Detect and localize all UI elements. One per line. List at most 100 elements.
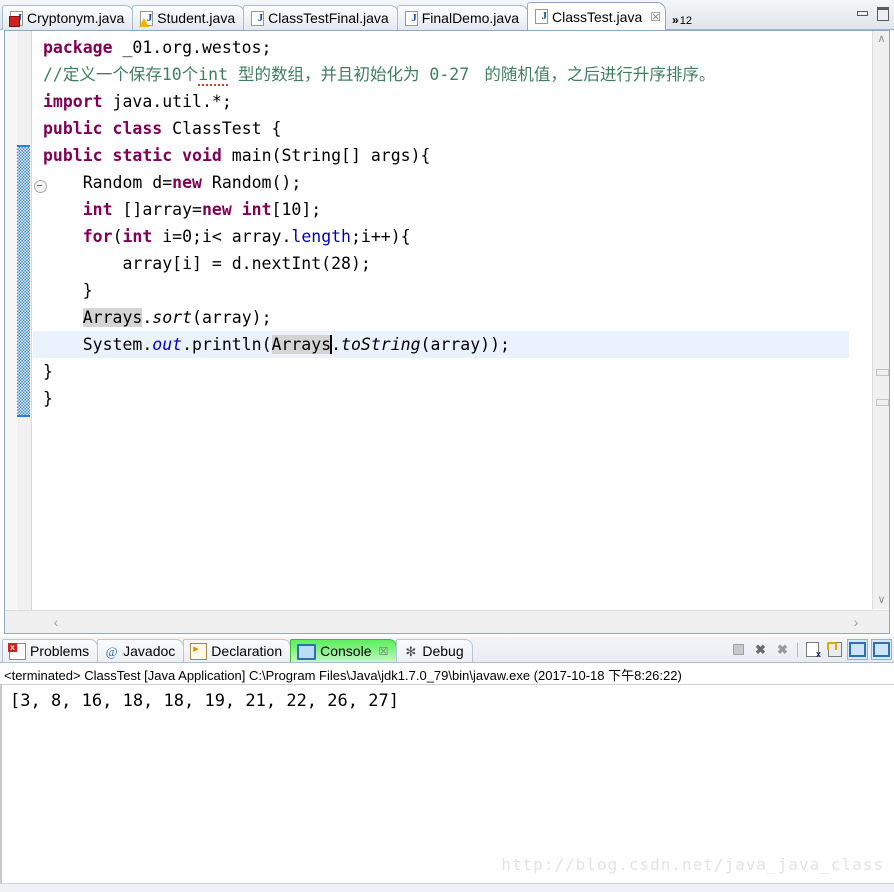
overview-ruler-mark[interactable] [876, 399, 889, 406]
code-line[interactable]: } [33, 385, 871, 412]
code-token: length [291, 227, 351, 246]
close-console-tab-icon[interactable]: ☒ [379, 645, 389, 658]
code-token: 个 [181, 65, 199, 84]
console-tab-declaration[interactable]: Declaration [183, 639, 292, 662]
code-line[interactable]: package _01.org.westos; [33, 34, 871, 61]
scroll-right-icon[interactable]: › [845, 611, 867, 633]
console-output-text: [3, 8, 16, 18, 18, 19, 21, 22, 26, 27] [10, 691, 399, 711]
editor-gutter[interactable] [5, 31, 32, 633]
editor-tab-label: ClassTest.java [551, 8, 643, 25]
scroll-up-icon[interactable]: ∧ [873, 31, 890, 48]
close-tab-icon[interactable]: ☒ [650, 11, 661, 23]
console-icon [297, 644, 317, 660]
code-token: public [43, 146, 103, 165]
code-token: i=0;i< array. [152, 227, 292, 246]
code-line[interactable]: public static void main(String[] args){ [33, 142, 871, 169]
code-line[interactable]: array[i] = d.nextInt(28); [33, 250, 871, 277]
code-token: ;i++){ [351, 227, 411, 246]
java-file-warning-icon [139, 10, 154, 27]
scroll-down-icon[interactable]: ∨ [873, 592, 890, 609]
editor-tab-finaldemo-java[interactable]: FinalDemo.java [396, 5, 529, 30]
console-tab-label: Javadoc [123, 643, 176, 659]
overview-ruler-mark[interactable] [876, 369, 889, 376]
code-token: . [331, 335, 342, 354]
console-tab-bar: Problems @ Javadoc Declaration Console ☒ ✻ Debu… [0, 637, 894, 663]
console-tab-debug[interactable]: ✻ Debug [396, 639, 473, 662]
clear-console-button[interactable] [803, 640, 822, 659]
code-line[interactable]: Random d=new Random(); [33, 169, 871, 196]
change-bar-indicator [17, 145, 30, 417]
code-line[interactable]: public class ClassTest { [33, 115, 871, 142]
open-console-icon [873, 642, 890, 657]
console-panel: Problems @ Javadoc Declaration Console ☒ ✻ Debu… [0, 637, 894, 892]
code-line[interactable]: System.out.println(Arrays.toString(array… [33, 331, 849, 358]
console-tab-javadoc[interactable]: @ Javadoc [97, 639, 185, 662]
warning-badge-icon [139, 17, 150, 27]
code-token: new [172, 173, 202, 192]
code-token: [10]; [271, 200, 322, 219]
code-token: 0-27 [419, 65, 480, 84]
console-tab-console[interactable]: Console ☒ [290, 639, 398, 662]
terminate-button[interactable] [729, 640, 748, 659]
open-console-button[interactable] [871, 639, 892, 660]
code-token: int [198, 65, 229, 86]
code-line[interactable]: import java.util.*; [33, 88, 871, 115]
editor-tab-label: ClassTestFinal.java [268, 10, 389, 26]
minimize-icon[interactable] [855, 6, 869, 19]
code-token: Random d= [43, 173, 173, 192]
editor-tab-classtestfinal-java[interactable]: ClassTestFinal.java [243, 5, 399, 30]
launch-configuration-header: <terminated> ClassTest [Java Application… [0, 663, 894, 685]
console-tab-list: Problems @ Javadoc Declaration Console ☒ ✻ Debu… [0, 637, 473, 662]
code-token: []array= [112, 200, 202, 219]
console-tab-label: Console [320, 643, 372, 659]
code-line[interactable]: //定义一个保存10个int 型的数组，并且初始化为 0-27 的随机值，之后进… [33, 61, 871, 88]
editor-tab-label: Student.java [157, 10, 236, 26]
code-token: ( [112, 227, 123, 246]
scroll-lock-button[interactable] [825, 640, 844, 659]
code-text-area[interactable]: package _01.org.westos;//定义一个保存10个int 型的… [33, 31, 871, 609]
code-token: out [152, 335, 183, 354]
editor-tab-cryptonym-java[interactable]: Cryptonym.java [2, 5, 135, 30]
code-token: (array)); [420, 335, 510, 354]
code-line[interactable]: Arrays.sort(array); [33, 304, 871, 331]
code-line[interactable]: } [33, 277, 871, 304]
console-output-area[interactable]: [3, 8, 16, 18, 18, 19, 21, 22, 26, 27] h… [0, 685, 894, 892]
console-tab-label: Problems [30, 643, 90, 659]
code-token: System. [43, 335, 153, 354]
maximize-icon[interactable] [875, 6, 889, 21]
code-token: java.util.*; [102, 92, 232, 111]
code-line[interactable]: int []array=new int[10]; [33, 196, 871, 223]
more-tabs-button[interactable]: » 12 [672, 11, 692, 27]
code-token: // [43, 65, 63, 84]
code-token: Arrays [271, 335, 332, 354]
code-token: package [43, 38, 113, 57]
remove-all-terminated-button[interactable]: ✖ [773, 640, 792, 659]
editor-vertical-scrollbar[interactable]: ∧ ∨ [872, 31, 889, 609]
display-console-icon [849, 642, 866, 657]
scroll-lock-icon [827, 642, 842, 657]
status-bar [0, 883, 894, 892]
console-tab-problems[interactable]: Problems [2, 639, 99, 662]
error-badge-icon [9, 15, 20, 27]
code-token: int [241, 200, 272, 219]
console-tab-label: Debug [422, 643, 464, 659]
display-selected-console-button[interactable] [847, 639, 868, 660]
code-token: main(String[] args){ [221, 146, 431, 165]
code-token: class [112, 119, 163, 138]
editor-horizontal-scrollbar[interactable]: ‹ › [5, 610, 889, 633]
editor-tab-student-java[interactable]: Student.java [132, 5, 246, 30]
scroll-left-icon[interactable]: ‹ [45, 611, 67, 633]
code-editor[interactable]: package _01.org.westos;//定义一个保存10个int 型的… [4, 30, 890, 634]
code-token: (array); [192, 308, 272, 327]
code-token: 定义一个保存 [62, 65, 162, 84]
remove-launch-button[interactable]: ✖ [751, 640, 770, 659]
editor-tab-label: Cryptonym.java [27, 10, 125, 26]
editor-tab-classtest-java[interactable]: ClassTest.java ☒ [526, 2, 667, 30]
code-line[interactable]: } [33, 358, 871, 385]
code-line[interactable]: for(int i=0;i< array.length;i++){ [33, 223, 871, 250]
code-token: sort [152, 308, 193, 327]
